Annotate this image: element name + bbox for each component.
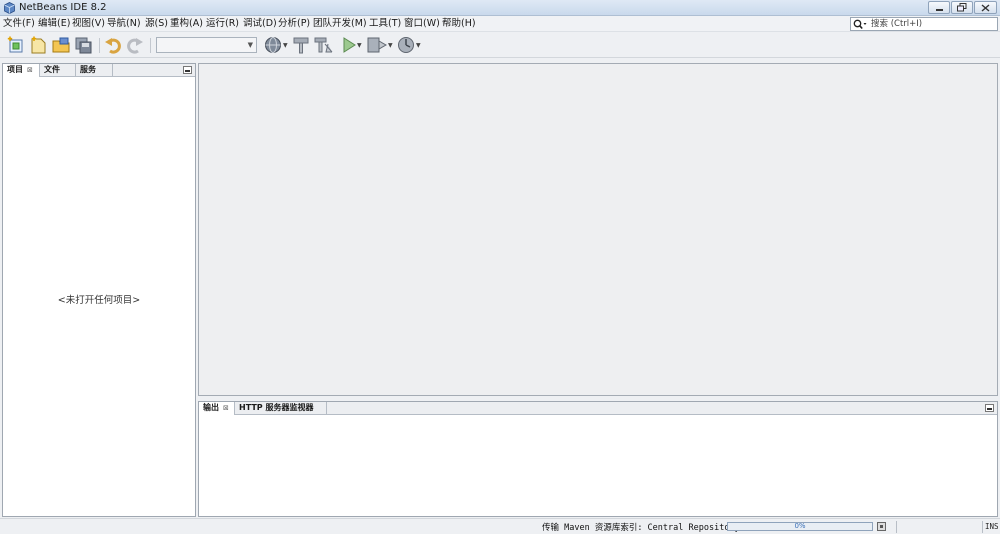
window-title: NetBeans IDE 8.2 <box>19 2 107 13</box>
close-icon <box>981 3 990 12</box>
browser-globe-icon <box>265 37 281 53</box>
tab-services[interactable]: 服务 <box>76 64 113 77</box>
menu-view[interactable]: 视图(V) <box>72 17 105 31</box>
profile-project-button[interactable]: ▼ <box>397 36 421 54</box>
minimize-icon <box>935 8 943 11</box>
clean-build-button[interactable] <box>314 36 334 54</box>
build-hammer-icon <box>293 37 309 54</box>
debug-icon <box>367 37 387 53</box>
menu-debug[interactable]: 调试(D) <box>243 17 277 31</box>
search-icon[interactable] <box>853 19 867 30</box>
netbeans-logo-icon <box>4 2 15 14</box>
close-tab-icon[interactable]: ⊠ <box>223 404 229 412</box>
projects-tabstrip: 项目 ⊠ 文件 服务 <box>3 64 195 77</box>
status-separator <box>896 521 897 533</box>
undo-icon <box>105 38 121 54</box>
save-all-button[interactable] <box>75 36 93 54</box>
task-progress-bar[interactable]: 0% <box>727 522 873 531</box>
tab-files[interactable]: 文件 <box>40 64 76 77</box>
new-file-button[interactable] <box>29 36 47 54</box>
profile-icon <box>398 37 414 53</box>
no-project-message: <未打开任何项目> <box>57 295 141 306</box>
status-bar: 传输 Maven 资源库索引: Central Repository 0% IN… <box>0 518 1000 534</box>
restore-icon <box>957 3 967 12</box>
menu-window[interactable]: 窗口(W) <box>404 17 440 31</box>
new-project-icon <box>7 36 23 53</box>
tab-projects[interactable]: 项目 ⊠ <box>3 64 40 77</box>
tab-services-label: 服务 <box>80 65 96 74</box>
undo-button[interactable] <box>104 36 122 54</box>
tab-output-label: 输出 <box>203 403 219 412</box>
minimize-panel-icon[interactable] <box>183 66 192 74</box>
new-file-icon <box>31 36 46 54</box>
search-input[interactable] <box>871 18 995 30</box>
restore-window-button[interactable] <box>951 1 973 14</box>
clean-build-icon <box>314 37 333 53</box>
task-progress-label: 0% <box>794 522 806 530</box>
output-panel: 输出 ⊠ HTTP 服务器监视器 <box>198 401 998 517</box>
menu-navigate[interactable]: 导航(N) <box>107 17 141 31</box>
redo-button[interactable] <box>126 36 144 54</box>
chevron-down-icon: ▼ <box>388 41 393 49</box>
title-bar: NetBeans IDE 8.2 <box>0 0 1000 16</box>
menu-run[interactable]: 运行(R) <box>206 17 239 31</box>
debug-project-button[interactable]: ▼ <box>367 36 393 54</box>
tab-http-monitor[interactable]: HTTP 服务器监视器 <box>235 402 327 415</box>
cancel-task-icon[interactable] <box>877 522 886 531</box>
new-project-button[interactable] <box>7 36 25 54</box>
tab-http-monitor-label: HTTP 服务器监视器 <box>239 403 314 412</box>
close-tab-icon[interactable]: ⊠ <box>27 66 33 74</box>
menu-profile[interactable]: 分析(P) <box>278 17 310 31</box>
tab-files-label: 文件 <box>44 65 60 74</box>
output-tabstrip: 输出 ⊠ HTTP 服务器监视器 <box>199 402 997 415</box>
editor-area[interactable] <box>198 63 998 396</box>
browser-select-button[interactable]: ▼ <box>264 36 288 54</box>
run-play-icon <box>343 37 356 53</box>
projects-panel: 项目 ⊠ 文件 服务 <未打开任何项目> <box>2 63 196 517</box>
toolbar-separator <box>150 38 151 53</box>
minimize-panel-icon[interactable] <box>985 404 994 412</box>
tab-output[interactable]: 输出 ⊠ <box>199 402 235 415</box>
save-all-icon <box>75 37 92 54</box>
chevron-down-icon: ▼ <box>416 41 421 49</box>
background-task-label[interactable]: 传输 Maven 资源库索引: Central Repository <box>542 521 740 533</box>
menu-source[interactable]: 源(S) <box>145 17 168 31</box>
run-config-select[interactable]: ▼ <box>156 37 257 53</box>
menu-refactor[interactable]: 重构(A) <box>170 17 203 31</box>
quick-search-box[interactable] <box>850 17 998 31</box>
menu-help[interactable]: 帮助(H) <box>442 17 476 31</box>
status-separator <box>982 521 983 533</box>
run-project-button[interactable]: ▼ <box>342 36 362 54</box>
menu-bar: 文件(F) 编辑(E) 视图(V) 导航(N) 源(S) 重构(A) 运行(R)… <box>0 16 1000 32</box>
build-button[interactable] <box>292 36 310 54</box>
menu-tools[interactable]: 工具(T) <box>369 17 401 31</box>
chevron-down-icon: ▼ <box>283 41 288 49</box>
close-window-button[interactable] <box>974 1 997 14</box>
menu-team[interactable]: 团队开发(M) <box>313 17 367 31</box>
toolbar-separator <box>99 38 100 53</box>
minimize-window-button[interactable] <box>928 1 950 14</box>
chevron-down-icon: ▼ <box>247 41 253 49</box>
menu-edit[interactable]: 编辑(E) <box>38 17 70 31</box>
redo-icon <box>127 38 143 54</box>
open-project-button[interactable] <box>52 36 70 54</box>
menu-file[interactable]: 文件(F) <box>3 17 35 31</box>
tab-projects-label: 项目 <box>7 65 23 74</box>
insert-mode-indicator: INS <box>985 522 999 531</box>
main-toolbar: ▼ ▼ ▼ ▼ ▼ <box>0 33 1000 58</box>
open-project-icon <box>52 37 70 53</box>
chevron-down-icon: ▼ <box>357 41 362 49</box>
